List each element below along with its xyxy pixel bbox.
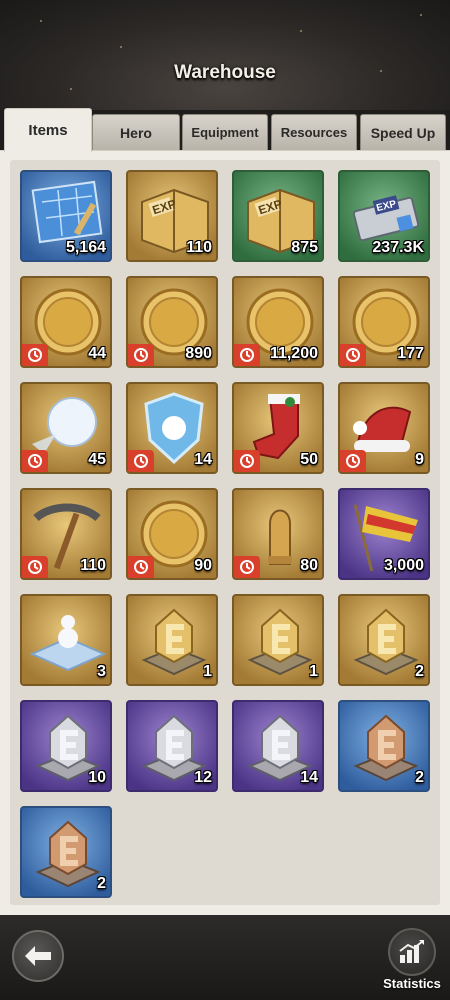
- item-slot[interactable]: 14: [126, 382, 218, 474]
- item-slot[interactable]: 50: [232, 382, 324, 474]
- item-slot[interactable]: 177: [338, 276, 430, 368]
- item-quantity: 890: [185, 345, 212, 362]
- item-slot[interactable]: 44: [20, 276, 112, 368]
- item-slot[interactable]: 2: [338, 700, 430, 792]
- item-quantity: 110: [80, 557, 106, 574]
- item-quantity: 2: [415, 769, 424, 786]
- item-quantity: 1: [309, 663, 318, 680]
- item-slot[interactable]: EXP 237.3K: [338, 170, 430, 262]
- item-quantity: 110: [186, 239, 212, 256]
- item-slot[interactable]: 10: [20, 700, 112, 792]
- item-quantity: 2: [97, 875, 106, 892]
- item-slot[interactable]: 890: [126, 276, 218, 368]
- item-quantity: 45: [88, 451, 106, 468]
- timer-icon: [22, 556, 48, 578]
- item-slot[interactable]: 110: [20, 488, 112, 580]
- item-quantity: 9: [415, 451, 424, 468]
- item-quantity: 3: [97, 663, 106, 680]
- timer-icon: [340, 450, 366, 472]
- item-slot[interactable]: 1: [126, 594, 218, 686]
- back-arrow-icon: [25, 946, 51, 966]
- item-quantity: 237.3K: [372, 239, 424, 256]
- tab-equipment[interactable]: Equipment: [182, 114, 268, 150]
- timer-icon: [234, 344, 260, 366]
- statistics-label: Statistics: [383, 976, 441, 991]
- item-quantity: 80: [300, 557, 318, 574]
- tab-bar: Items Hero Equipment Resources Speed Up: [0, 108, 450, 152]
- bar-chart-icon: [399, 940, 424, 963]
- item-quantity: 10: [88, 769, 106, 786]
- item-quantity: 875: [291, 239, 318, 256]
- item-slot[interactable]: 2: [20, 806, 112, 898]
- item-slot[interactable]: 12: [126, 700, 218, 792]
- item-slot[interactable]: 90: [126, 488, 218, 580]
- tab-hero[interactable]: Hero: [92, 114, 180, 150]
- item-quantity: 50: [300, 451, 318, 468]
- tab-items[interactable]: Items: [4, 108, 92, 152]
- tab-resources[interactable]: Resources: [271, 114, 357, 150]
- item-quantity: 14: [300, 769, 318, 786]
- statistics-button[interactable]: [388, 928, 436, 976]
- item-slot[interactable]: 45: [20, 382, 112, 474]
- item-slot[interactable]: 80: [232, 488, 324, 580]
- item-quantity: 14: [194, 451, 212, 468]
- item-slot[interactable]: 2: [338, 594, 430, 686]
- item-slot[interactable]: 14: [232, 700, 324, 792]
- item-quantity: 44: [88, 345, 106, 362]
- item-slot[interactable]: EXP 875: [232, 170, 324, 262]
- item-quantity: 1: [203, 663, 212, 680]
- item-quantity: 12: [194, 769, 212, 786]
- timer-icon: [22, 450, 48, 472]
- item-slot[interactable]: 3: [20, 594, 112, 686]
- tab-speed-up[interactable]: Speed Up: [360, 114, 446, 150]
- item-slot[interactable]: 5,164: [20, 170, 112, 262]
- item-slot[interactable]: 11,200: [232, 276, 324, 368]
- item-slot[interactable]: 3,000: [338, 488, 430, 580]
- timer-icon: [340, 344, 366, 366]
- header-bar: [0, 0, 450, 110]
- item-quantity: 2: [415, 663, 424, 680]
- item-quantity: 5,164: [65, 239, 106, 256]
- item-slot[interactable]: 9: [338, 382, 430, 474]
- timer-icon: [128, 344, 154, 366]
- item-quantity: 3,000: [383, 557, 424, 574]
- timer-icon: [128, 556, 154, 578]
- item-slot[interactable]: 1: [232, 594, 324, 686]
- item-quantity: 90: [194, 557, 212, 574]
- item-slot[interactable]: EXP 110: [126, 170, 218, 262]
- page-title: Warehouse: [174, 62, 276, 83]
- item-quantity: 11,200: [269, 345, 318, 362]
- item-quantity: 177: [397, 345, 424, 362]
- back-button[interactable]: [12, 930, 64, 982]
- timer-icon: [22, 344, 48, 366]
- timer-icon: [234, 556, 260, 578]
- timer-icon: [128, 450, 154, 472]
- timer-icon: [234, 450, 260, 472]
